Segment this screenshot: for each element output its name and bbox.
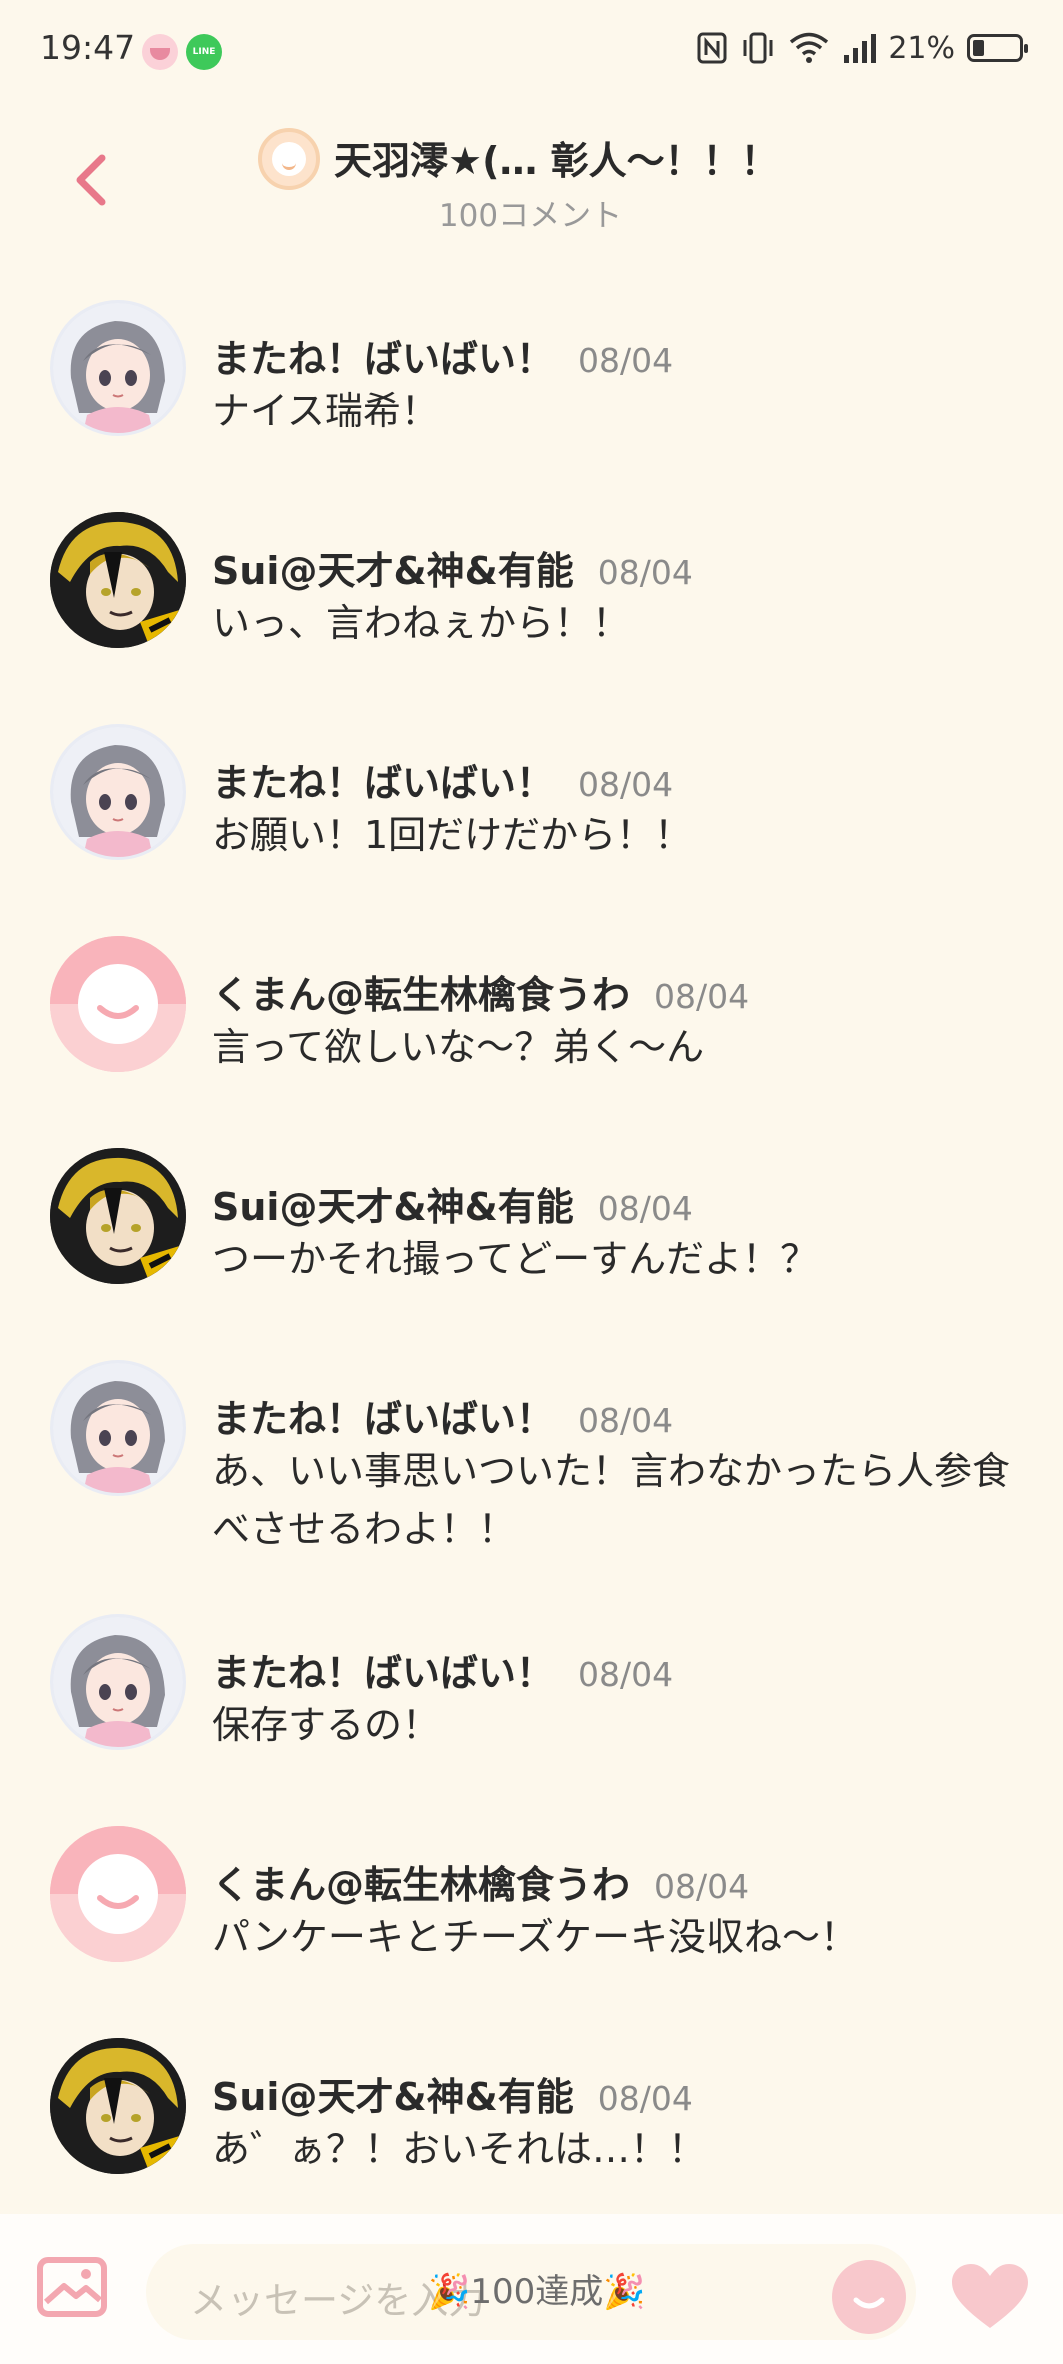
avatar[interactable] <box>50 300 186 436</box>
app-notification-icon <box>142 34 178 70</box>
heart-icon[interactable] <box>950 2262 1030 2332</box>
line-notification-icon: LINE <box>186 34 222 70</box>
author-name[interactable]: くまん@転生林檎食うわ <box>212 973 630 1017</box>
avatar[interactable] <box>50 724 186 860</box>
comment-text: つーかそれ撮ってどーすんだよ！？ <box>212 1237 819 1281</box>
nfc-icon <box>697 32 727 64</box>
comment-text: パンケーキとチーズケーキ没収ね〜！ <box>212 1915 859 1959</box>
author-name[interactable]: くまん@転生林檎食うわ <box>212 1863 630 1907</box>
author-name[interactable]: Sui@天才&神&有能 <box>212 2075 574 2119</box>
author-name[interactable]: Sui@天才&神&有能 <box>212 1185 574 1229</box>
comment-text: ナイス瑞希！ <box>212 389 439 433</box>
comment-date: 08/04 <box>654 977 750 1016</box>
thread-title[interactable]: 天羽澪★(… 彰人〜！！！ <box>334 130 779 185</box>
message-input[interactable]: メッセージを入力 🎉100達成🎉 <box>146 2244 916 2340</box>
smile-icon[interactable] <box>832 2260 906 2334</box>
comment-meta: またね！ばいばい！ 08/04 <box>212 752 673 807</box>
status-icons: 21% <box>696 28 1028 68</box>
signal-icon <box>844 34 877 63</box>
comment-meta: またね！ばいばい！ 08/04 <box>212 1642 673 1697</box>
comment-date: 08/04 <box>597 1189 693 1228</box>
comment-date: 08/04 <box>578 765 674 804</box>
comment-date: 08/04 <box>597 2079 693 2118</box>
comment-text: お願い！1回だけだから！！ <box>212 813 693 857</box>
comment-date: 08/04 <box>578 1401 674 1440</box>
author-name[interactable]: またね！ばいばい！ <box>212 337 554 381</box>
avatar[interactable] <box>50 1360 186 1496</box>
battery-percent: 21% <box>888 30 955 66</box>
achievement-badge: 🎉100達成🎉 <box>428 2272 646 2312</box>
avatar[interactable] <box>50 1614 186 1750</box>
author-name[interactable]: またね！ばいばい！ <box>212 1397 554 1441</box>
avatar[interactable] <box>50 1148 186 1284</box>
comment-meta: Sui@天才&神&有能 08/04 <box>212 2066 693 2121</box>
comment-meta: Sui@天才&神&有能 08/04 <box>212 540 693 595</box>
comment-text: いっ、言わねぇから！！ <box>212 601 631 645</box>
avatar[interactable] <box>50 936 186 1072</box>
comment-text: あ゛ぁ？！おいそれは…！！ <box>212 2127 707 2171</box>
comment-meta: くまん@転生林檎食うわ 08/04 <box>212 1854 749 1909</box>
comment-date: 08/04 <box>578 341 674 380</box>
comment-date: 08/04 <box>597 553 693 592</box>
comment-date: 08/04 <box>654 1867 750 1906</box>
avatar[interactable] <box>50 2038 186 2174</box>
comment-text: あ、いい事思いついた！言わなかったら人参食べさせるわよ！！ <box>212 1449 1011 1551</box>
avatar[interactable] <box>50 1826 186 1962</box>
comment-meta: またね！ばいばい！ 08/04 <box>212 1388 673 1443</box>
comment-text: 保存するの！ <box>212 1703 441 1747</box>
comment-count: 100コメント <box>438 198 623 234</box>
comment-meta: くまん@転生林檎食うわ 08/04 <box>212 964 749 1019</box>
thread-header: 天羽澪★(… 彰人〜！！！ 100コメント <box>0 110 1063 240</box>
vibrate-icon <box>743 32 773 64</box>
author-name[interactable]: またね！ばいばい！ <box>212 761 554 805</box>
status-time: 19:47 <box>40 28 136 67</box>
status-bar: 19:47 LINE 21% <box>0 0 1063 100</box>
avatar[interactable] <box>50 512 186 648</box>
author-name[interactable]: またね！ばいばい！ <box>212 1651 554 1695</box>
image-icon[interactable] <box>36 2256 108 2318</box>
comment-meta: Sui@天才&神&有能 08/04 <box>212 1176 693 1231</box>
comment-date: 08/04 <box>578 1655 674 1694</box>
battery-icon <box>967 34 1028 62</box>
author-name[interactable]: Sui@天才&神&有能 <box>212 549 574 593</box>
wifi-icon <box>790 32 829 63</box>
composer-bar: メッセージを入力 🎉100達成🎉 <box>0 2214 1063 2364</box>
comment-text: 言って欲しいな〜？弟く〜ん <box>212 1025 705 1069</box>
comment-meta: またね！ばいばい！ 08/04 <box>212 328 673 383</box>
thread-avatar[interactable] <box>258 128 320 190</box>
